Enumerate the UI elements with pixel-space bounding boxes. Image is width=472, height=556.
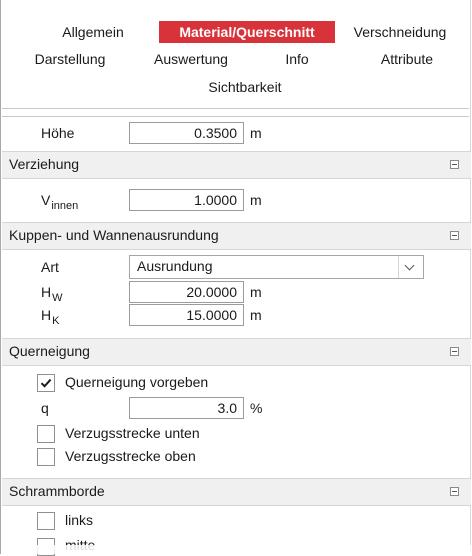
section-kuppen-title: Kuppen- und Wannenausrundung [9, 227, 219, 243]
hk-input[interactable]: 15.0000 [129, 304, 244, 326]
v-innen-label: Vinnen [41, 192, 79, 212]
cutoff-overlay [1, 545, 472, 554]
section-kuppen-wannen[interactable]: Kuppen- und Wannenausrundung [2, 222, 471, 250]
dropdown-button[interactable] [398, 256, 423, 278]
hw-input[interactable]: 20.0000 [129, 281, 244, 303]
properties-panel: Allgemein Material/Querschnitt Verschnei… [0, 0, 472, 556]
tab-allgemein[interactable]: Allgemein [47, 21, 139, 43]
tab-divider [2, 108, 469, 109]
links-label: links [65, 512, 94, 528]
chevron-down-icon [404, 260, 415, 271]
hk-label: HK [41, 307, 60, 327]
hw-label: HW [41, 284, 63, 304]
hoehe-unit: m [250, 125, 262, 141]
section-querneigung-title: Querneigung [9, 343, 90, 359]
section-querneigung[interactable]: Querneigung [2, 338, 471, 366]
q-input[interactable]: 3.0 [129, 397, 244, 419]
hk-unit: m [250, 307, 262, 323]
v-innen-input[interactable]: 1.0000 [129, 189, 244, 211]
art-select[interactable]: Ausrundung [129, 255, 424, 279]
verzugsstrecke-unten-checkbox[interactable] [37, 425, 55, 443]
tab-auswertung[interactable]: Auswertung [143, 48, 239, 70]
tab-bar: Allgemein Material/Querschnitt Verschnei… [1, 0, 472, 108]
section-verziehung[interactable]: Verziehung [2, 151, 471, 179]
links-checkbox[interactable] [37, 512, 55, 530]
section-verziehung-title: Verziehung [9, 156, 80, 172]
section-schrammborde[interactable]: Schrammborde [2, 478, 471, 506]
verzugsstrecke-unten-label: Verzugsstrecke unten [65, 425, 200, 441]
content-top-border [2, 116, 469, 117]
checkmark-icon [40, 378, 52, 388]
collapse-icon[interactable] [450, 487, 459, 496]
q-label: q [41, 400, 49, 416]
collapse-icon[interactable] [450, 160, 459, 169]
tab-sichtbarkeit[interactable]: Sichtbarkeit [197, 76, 293, 98]
tab-info[interactable]: Info [276, 48, 318, 70]
hoehe-label: Höhe [41, 125, 75, 141]
art-select-value: Ausrundung [137, 258, 213, 274]
collapse-icon[interactable] [450, 347, 459, 356]
tab-attribute[interactable]: Attribute [367, 48, 447, 70]
hoehe-input[interactable]: 0.3500 [129, 122, 244, 144]
querneigung-vorgeben-label: Querneigung vorgeben [65, 374, 209, 390]
tab-material-querschnitt[interactable]: Material/Querschnitt [159, 21, 335, 43]
querneigung-vorgeben-checkbox[interactable] [37, 374, 55, 392]
verzugsstrecke-oben-label: Verzugsstrecke oben [65, 448, 196, 464]
hw-unit: m [250, 284, 262, 300]
collapse-icon[interactable] [450, 231, 459, 240]
q-unit: % [250, 400, 263, 416]
tab-verschneidung[interactable]: Verschneidung [344, 21, 456, 43]
v-innen-unit: m [250, 192, 262, 208]
tab-darstellung[interactable]: Darstellung [20, 48, 120, 70]
verzugsstrecke-oben-checkbox[interactable] [37, 448, 55, 466]
section-schrammborde-title: Schrammborde [9, 483, 105, 499]
art-label: Art [41, 259, 59, 275]
